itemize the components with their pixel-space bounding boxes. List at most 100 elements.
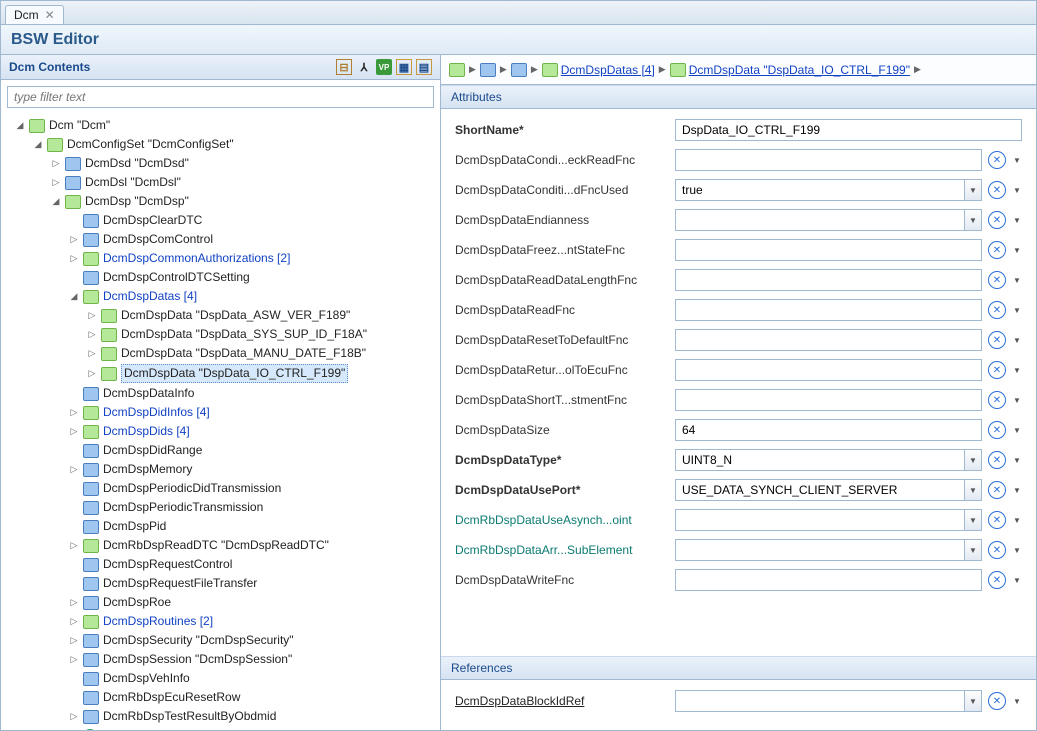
tree-node[interactable]: ▷DcmDspSecurity "DcmDspSecurity" bbox=[67, 631, 436, 650]
action-menu-icon[interactable]: ▼ bbox=[1012, 396, 1022, 405]
tree-node[interactable]: ▷DcmDspDidInfos [4] bbox=[67, 403, 436, 422]
action-menu-icon[interactable]: ▼ bbox=[1012, 186, 1022, 195]
action-menu-icon[interactable]: ▼ bbox=[1012, 546, 1022, 555]
expand-icon[interactable]: ▷ bbox=[69, 708, 79, 725]
editor-tab[interactable]: Dcm ✕ bbox=[5, 5, 64, 24]
expand-icon[interactable]: ▷ bbox=[87, 307, 97, 324]
action-menu-icon[interactable]: ▼ bbox=[1012, 306, 1022, 315]
tree-node[interactable]: ◢Dcm "Dcm" bbox=[13, 116, 436, 135]
dropdown-icon[interactable]: ▼ bbox=[964, 209, 982, 231]
attribute-input[interactable] bbox=[675, 389, 982, 411]
action-menu-icon[interactable]: ▼ bbox=[1012, 216, 1022, 225]
attribute-input[interactable] bbox=[675, 509, 964, 531]
reset-icon[interactable]: ✕ bbox=[988, 361, 1006, 379]
tree-node[interactable]: ▷DcmDspSession "DcmDspSession" bbox=[67, 650, 436, 669]
expand-icon[interactable]: ▷ bbox=[87, 345, 97, 362]
action-menu-icon[interactable]: ▼ bbox=[1012, 276, 1022, 285]
action-menu-icon[interactable]: ▼ bbox=[1012, 456, 1022, 465]
reset-icon[interactable]: ✕ bbox=[988, 211, 1006, 229]
collapse-icon[interactable]: ◢ bbox=[15, 117, 25, 134]
breadcrumb-item[interactable]: DcmDspDatas [4] bbox=[542, 63, 655, 77]
tree-node[interactable]: ▷DcmDspData "DspData_IO_CTRL_F199" bbox=[85, 363, 436, 384]
reset-icon[interactable]: ✕ bbox=[988, 271, 1006, 289]
tree-node[interactable]: ◢DcmDsp "DcmDsp" bbox=[49, 192, 436, 211]
tree-node[interactable]: DcmRbDspEcuResetRow bbox=[67, 688, 436, 707]
expand-icon[interactable]: ▷ bbox=[69, 231, 79, 248]
expand-icon[interactable]: ▷ bbox=[69, 613, 79, 630]
tree-node[interactable]: DcmDspDataInfo bbox=[67, 384, 436, 403]
chevron-right-icon[interactable]: ▶ bbox=[659, 64, 666, 75]
tree-node[interactable]: DcmDspControlDTCSetting bbox=[67, 268, 436, 287]
tree-node[interactable]: DcmDspVehInfo bbox=[67, 669, 436, 688]
collapse-icon[interactable]: ⊟ bbox=[336, 59, 352, 75]
reset-icon[interactable]: ✕ bbox=[988, 571, 1006, 589]
tree-node[interactable]: ▷DcmDspComControl bbox=[67, 230, 436, 249]
expand-icon[interactable]: ▷ bbox=[69, 250, 79, 267]
tree-scroll[interactable]: ◢Dcm "Dcm"◢DcmConfigSet "DcmConfigSet"▷D… bbox=[1, 114, 440, 730]
action-menu-icon[interactable]: ▼ bbox=[1012, 576, 1022, 585]
attribute-input[interactable] bbox=[675, 419, 982, 441]
tree-node[interactable]: ▷DcmDsl "DcmDsl" bbox=[49, 173, 436, 192]
tree-node[interactable]: ▷DcmDspData "DspData_ASW_VER_F189" bbox=[85, 306, 436, 325]
reset-icon[interactable]: ✕ bbox=[988, 421, 1006, 439]
chevron-right-icon[interactable]: ▶ bbox=[469, 64, 476, 75]
reset-icon[interactable]: ✕ bbox=[988, 181, 1006, 199]
breadcrumb-item[interactable] bbox=[480, 63, 496, 77]
tree-node[interactable]: ▷DcmDspRoe bbox=[67, 593, 436, 612]
attribute-input[interactable] bbox=[675, 149, 982, 171]
tree-node[interactable]: DcmDspDidRange bbox=[67, 441, 436, 460]
action-menu-icon[interactable]: ▼ bbox=[1012, 426, 1022, 435]
attribute-input[interactable] bbox=[675, 209, 964, 231]
action-menu-icon[interactable]: ▼ bbox=[1012, 366, 1022, 375]
expand-icon[interactable]: ▷ bbox=[69, 537, 79, 554]
tree-mode-icon[interactable]: ⅄ bbox=[356, 59, 372, 75]
tree-node[interactable]: ▷DcmDspDids [4] bbox=[67, 422, 436, 441]
expand-icon[interactable]: ▷ bbox=[69, 632, 79, 649]
breadcrumb-item[interactable] bbox=[511, 63, 527, 77]
grid-icon[interactable]: ▦ bbox=[396, 59, 412, 75]
reset-icon[interactable]: ✕ bbox=[988, 692, 1006, 710]
attribute-input[interactable] bbox=[675, 299, 982, 321]
dropdown-icon[interactable]: ▼ bbox=[964, 449, 982, 471]
attribute-input[interactable] bbox=[675, 179, 964, 201]
tree-node[interactable]: ▷DcmDspRoutines [2] bbox=[67, 612, 436, 631]
attribute-input[interactable] bbox=[675, 690, 964, 712]
chevron-right-icon[interactable]: ▶ bbox=[500, 64, 507, 75]
attribute-input[interactable] bbox=[675, 239, 982, 261]
tree-node[interactable]: ▷DcmDspData "DspData_SYS_SUP_ID_F18A" bbox=[85, 325, 436, 344]
attribute-input[interactable] bbox=[675, 119, 1022, 141]
action-menu-icon[interactable]: ▼ bbox=[1012, 246, 1022, 255]
dropdown-icon[interactable]: ▼ bbox=[964, 479, 982, 501]
collapse-icon[interactable]: ◢ bbox=[51, 193, 61, 210]
expand-icon[interactable]: ▷ bbox=[51, 155, 61, 172]
attribute-input[interactable] bbox=[675, 269, 982, 291]
reset-icon[interactable]: ✕ bbox=[988, 301, 1006, 319]
vp-res-icon[interactable]: VP bbox=[376, 59, 392, 75]
chevron-right-icon[interactable]: ▶ bbox=[914, 64, 921, 75]
expand-icon[interactable]: ▷ bbox=[69, 651, 79, 668]
reset-icon[interactable]: ✕ bbox=[988, 331, 1006, 349]
reset-icon[interactable]: ✕ bbox=[988, 241, 1006, 259]
action-menu-icon[interactable]: ▼ bbox=[1012, 697, 1022, 706]
dropdown-icon[interactable]: ▼ bbox=[964, 179, 982, 201]
expand-icon[interactable]: ▷ bbox=[87, 365, 97, 382]
reset-icon[interactable]: ✕ bbox=[988, 511, 1006, 529]
chevron-right-icon[interactable]: ▶ bbox=[531, 64, 538, 75]
expand-icon[interactable]: ▷ bbox=[69, 404, 79, 421]
reset-icon[interactable]: ✕ bbox=[988, 481, 1006, 499]
attribute-input[interactable] bbox=[675, 539, 964, 561]
attribute-input[interactable] bbox=[675, 329, 982, 351]
expand-icon[interactable]: ▷ bbox=[51, 174, 61, 191]
reset-icon[interactable]: ✕ bbox=[988, 451, 1006, 469]
breadcrumb-item[interactable]: DcmDspData "DspData_IO_CTRL_F199" bbox=[670, 63, 910, 77]
expand-icon[interactable]: ▷ bbox=[87, 326, 97, 343]
dropdown-icon[interactable]: ▼ bbox=[964, 539, 982, 561]
collapse-icon[interactable]: ◢ bbox=[33, 136, 43, 153]
tree-node[interactable]: ◢DcmDspDatas [4] bbox=[67, 287, 436, 306]
reset-icon[interactable]: ✕ bbox=[988, 541, 1006, 559]
tree-node[interactable]: DcmDspPeriodicDidTransmission bbox=[67, 479, 436, 498]
collapse-icon[interactable]: ◢ bbox=[69, 288, 79, 305]
tree-node[interactable]: ▷DcmRbDspReadDTC "DcmDspReadDTC" bbox=[67, 536, 436, 555]
reset-icon[interactable]: ✕ bbox=[988, 151, 1006, 169]
reset-icon[interactable]: ✕ bbox=[988, 391, 1006, 409]
